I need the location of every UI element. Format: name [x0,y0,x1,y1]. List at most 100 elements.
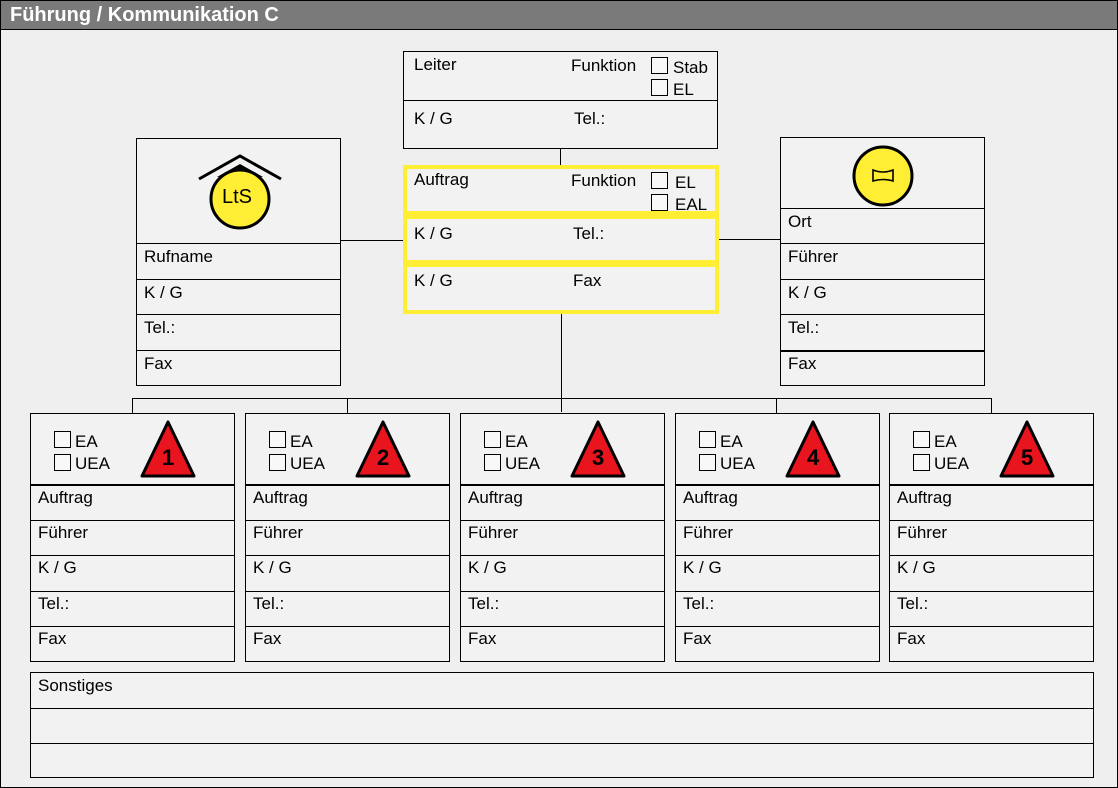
tel-label: Tel.: [573,224,605,243]
lts-row-kg: K / G [137,279,340,314]
auftrag-label: Auftrag [414,170,469,189]
unit-row-fuehrer: Führer [246,520,449,555]
unit-row-kg: K / G [676,555,879,591]
unit-number: 3 [592,445,605,470]
fax-label: Fax [468,629,497,648]
kg-label: K / G [414,271,453,290]
unit-box-5: EA UEA 5 Auftrag Führer K / G Tel.: Fax [889,413,1094,662]
sonstiges-line-2[interactable] [31,743,1093,778]
tel-label: Tel.: [144,318,176,337]
kg-label: K / G [144,283,183,302]
form-page: Führung / Kommunikation C Leiter Funktio… [0,0,1118,788]
unit-box-3: EA UEA 3 Auftrag Führer K / G Tel.: Fax [460,413,665,662]
auftrag-label: Auftrag [253,488,308,507]
unit-row-fuehrer: Führer [676,520,879,555]
fuehrer-label: Führer [38,523,89,542]
unit-row-fuehrer: Führer [890,520,1093,555]
unit-row-fax: Fax [890,626,1093,662]
kg-label: K / G [468,558,507,577]
connector-unit-5 [991,398,992,413]
auftrag-label: Auftrag [897,488,952,507]
ort-label: Ort [788,212,812,231]
ea-checkbox[interactable] [269,431,286,448]
ea-label: EA [934,432,957,451]
location-icon [852,145,914,212]
fuehrer-label: Führer [683,523,734,542]
sonstiges-line-1[interactable] [31,708,1093,743]
ort-row-kg: K / G [781,279,984,314]
uea-label: UEA [720,454,755,473]
unit-number: 2 [377,445,390,470]
tel-label: Tel.: [468,594,500,613]
lts-row-fax: Fax [137,350,340,386]
fax-label: Fax [573,271,602,290]
unit-row-tel: Tel.: [246,591,449,626]
ea-checkbox[interactable] [54,431,71,448]
fuehrer-label: Führer [788,247,839,266]
leader-box: Leiter Funktion Stab EL K / G Tel.: [403,51,718,149]
connector-left [340,240,404,241]
uea-checkbox[interactable] [913,454,930,471]
sonstiges-box: Sonstiges [30,672,1094,778]
eal-label: EAL [675,195,708,214]
ea-checkbox[interactable] [699,431,716,448]
ea-checkbox[interactable] [484,431,501,448]
ea-label: EA [720,432,743,451]
rufname-label: Rufname [144,247,213,266]
el-checkbox[interactable] [651,79,668,96]
ea-label: EA [75,432,98,451]
kg-label: K / G [253,558,292,577]
unit-row-tel: Tel.: [31,591,234,626]
connector-unit-2 [347,398,348,413]
unit-box-4: EA UEA 4 Auftrag Führer K / G Tel.: Fax [675,413,880,662]
fuehrer-label: Führer [468,523,519,542]
unit-row-tel: Tel.: [676,591,879,626]
tel-label: Tel.: [788,318,820,337]
funktion-label: Funktion [571,56,637,75]
leader-contact-row: K / G Tel.: [404,100,717,149]
tel-label: Tel.: [683,594,715,613]
lts-icon: LtS [195,153,285,233]
lts-row-rufname: Rufname [137,243,340,279]
connector-unit-4 [776,398,777,413]
uea-checkbox[interactable] [269,454,286,471]
uea-checkbox[interactable] [484,454,501,471]
sonstiges-label: Sonstiges [38,676,113,695]
unit-row-kg: K / G [246,555,449,591]
kg-label: K / G [683,558,722,577]
fuehrer-label: Führer [897,523,948,542]
ort-row-ort: Ort [781,208,984,243]
fax-label: Fax [144,354,173,373]
fax-label: Fax [38,629,67,648]
connector-right [718,239,781,240]
unit-row-fax: Fax [31,626,234,662]
uea-label: UEA [290,454,325,473]
ort-row-tel: Tel.: [781,314,984,350]
unit-row-fax: Fax [676,626,879,662]
auftrag-tel-box: K / G Tel.: [403,215,719,264]
el-checkbox[interactable] [651,172,668,189]
unit-row-auftrag: Auftrag [31,484,234,520]
fax-label: Fax [788,354,817,373]
stab-checkbox[interactable] [651,57,668,74]
uea-checkbox[interactable] [54,454,71,471]
fax-label: Fax [897,629,926,648]
eal-checkbox[interactable] [651,194,668,211]
ea-label: EA [290,432,313,451]
kg-label: K / G [414,109,453,128]
uea-label: UEA [505,454,540,473]
tel-label: Tel.: [38,594,70,613]
kg-label: K / G [414,224,453,243]
tel-label: Tel.: [253,594,285,613]
el-label: EL [675,173,696,192]
uea-checkbox[interactable] [699,454,716,471]
auftrag-label: Auftrag [38,488,93,507]
funktion-label: Funktion [571,171,637,190]
unit-row-fuehrer: Führer [31,520,234,555]
ea-checkbox[interactable] [913,431,930,448]
kg-label: K / G [788,283,827,302]
ort-row-fuehrer: Führer [781,243,984,279]
unit-box-1: EA UEA 1 Auftrag Führer K / G Tel.: Fax [30,413,235,662]
tel-label: Tel.: [897,594,929,613]
lts-row-tel: Tel.: [137,314,340,350]
